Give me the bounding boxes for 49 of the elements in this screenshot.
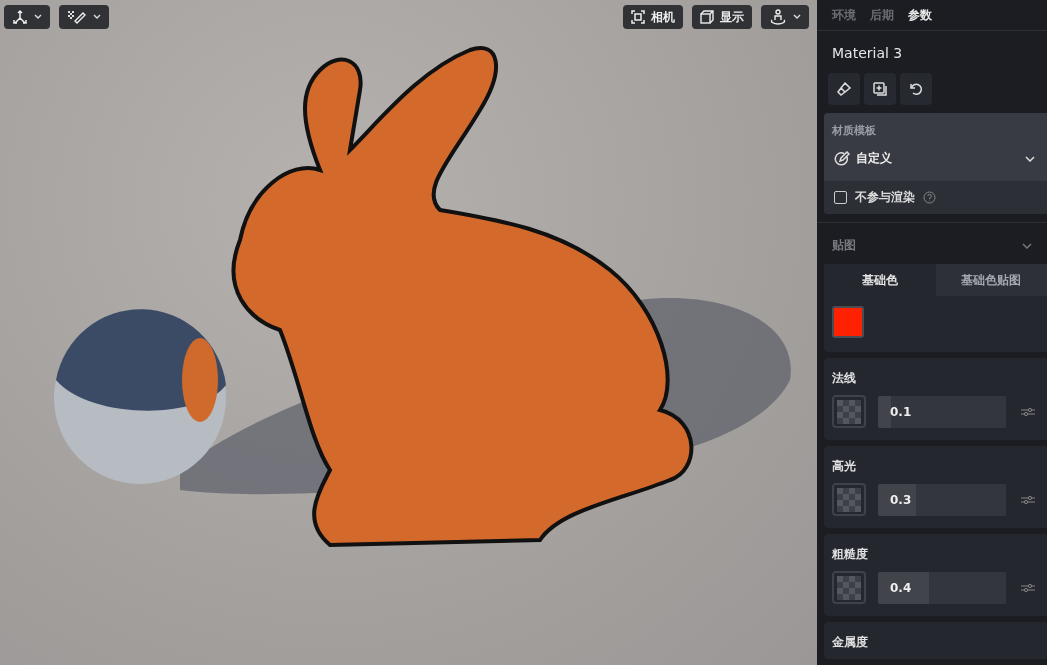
toolbar-button[interactable] (59, 5, 109, 29)
adjust-icon (1020, 405, 1036, 418)
slider-value: 0.1 (890, 404, 912, 419)
panel-tab[interactable]: 参数 (908, 6, 932, 24)
adjust-button[interactable] (1020, 581, 1036, 594)
adjust-button[interactable] (1020, 405, 1036, 418)
map-tab[interactable]: 基础色贴图 (935, 264, 1047, 296)
action-button[interactable] (828, 73, 860, 106)
slider-track[interactable]: 0.3 (878, 483, 1006, 516)
material-name: Material 3 (831, 44, 904, 64)
color-swatch[interactable] (832, 306, 864, 338)
checker-texture-icon (837, 399, 861, 424)
action-button[interactable] (900, 73, 932, 106)
undo-icon (908, 81, 924, 98)
adjust-icon (1020, 493, 1036, 506)
toolbar-button[interactable]: 相机 (623, 5, 683, 29)
adjust-button[interactable] (1020, 493, 1036, 506)
toolbar-button[interactable]: 显示 (692, 5, 752, 29)
axes-icon (12, 9, 28, 25)
slider-value: 0.4 (890, 580, 912, 595)
parameter-label: 粗糙度 (831, 546, 869, 563)
checker-texture-icon (837, 575, 861, 600)
chevron-icon (1022, 242, 1032, 249)
action-button[interactable] (864, 73, 896, 106)
brush-icon (836, 81, 852, 98)
slider-value: 0.3 (890, 492, 912, 507)
add-layer-icon (872, 81, 888, 98)
edit-icon (834, 150, 850, 167)
cube-icon (700, 10, 714, 24)
slider-track[interactable]: 0.4 (878, 571, 1006, 604)
section-label: 材质模板 (831, 123, 877, 140)
slider-track[interactable]: 0.1 (878, 395, 1006, 428)
parameter-label: 金属度 (831, 634, 869, 651)
section-header[interactable]: 贴图 (817, 223, 1047, 264)
parameter-label: 法线 (831, 370, 857, 387)
checker-texture-icon (837, 487, 861, 512)
checkbox[interactable] (834, 191, 847, 205)
help-icon (923, 191, 936, 205)
3d-viewport[interactable]: 相机 显示 (0, 0, 817, 665)
chevron-down-icon (1025, 155, 1035, 162)
toolbar-button[interactable] (761, 5, 809, 29)
toolbar-button[interactable] (4, 5, 50, 29)
person-icon (769, 9, 787, 25)
adjust-icon (1020, 581, 1036, 594)
template-select[interactable]: 自定义 (824, 144, 1047, 182)
brush-icon (67, 9, 87, 25)
parameter-label: 高光 (831, 458, 857, 475)
focus-frame-icon (631, 10, 645, 24)
checkbox-label: 不参与渲染 (855, 189, 915, 207)
